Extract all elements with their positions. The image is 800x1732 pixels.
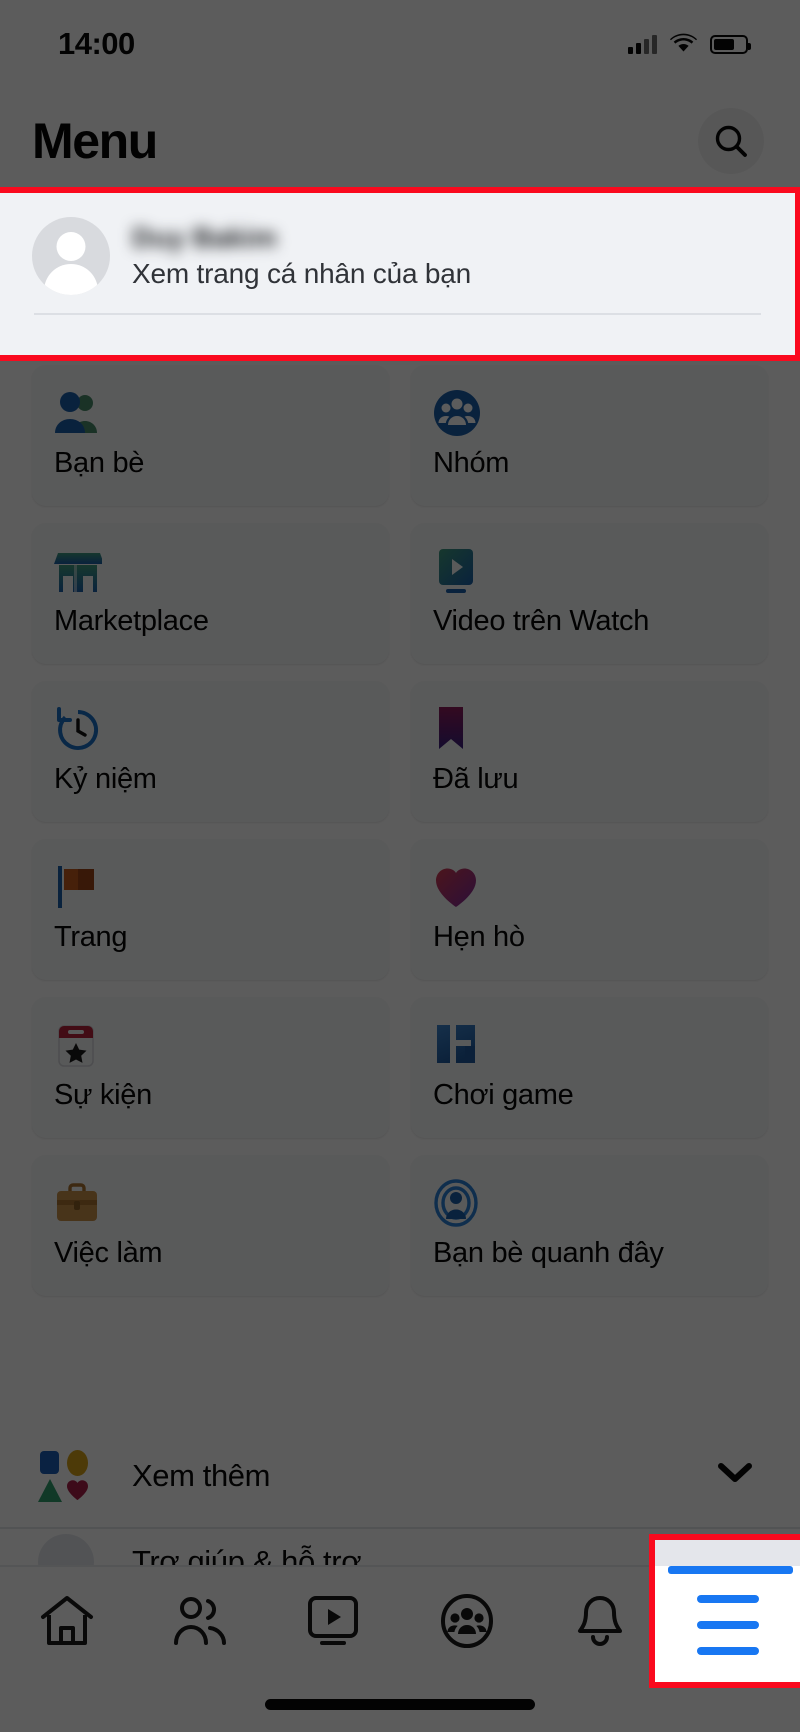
jobs-briefcase-icon [54, 1177, 367, 1229]
menu-tile-pages[interactable]: Trang [32, 839, 389, 980]
menu-tile-label: Bạn bè quanh đây [433, 1237, 664, 1269]
status-bar-indicators [628, 32, 751, 57]
page-header: Menu [0, 88, 800, 193]
profile-row-highlighted[interactable]: Duy Bakim Xem trang cá nhân của bạn [32, 193, 763, 313]
nav-groups[interactable] [400, 1567, 533, 1679]
battery-icon [710, 34, 751, 54]
menu-tile-label: Video trên Watch [433, 605, 650, 637]
menu-tile-events[interactable]: Sự kiện [32, 997, 389, 1138]
menu-tile-saved[interactable]: Đã lưu [411, 681, 768, 822]
menu-tile-label: Việc làm [54, 1237, 163, 1269]
search-button[interactable] [698, 107, 764, 174]
memories-clock-icon [54, 703, 367, 755]
profile-name: Duy Bakim [132, 222, 277, 253]
menu-tile-label: Marketplace [54, 605, 209, 637]
wifi-icon [670, 32, 697, 57]
nav-watch[interactable] [267, 1567, 400, 1679]
bell-icon [575, 1593, 625, 1654]
profile-divider [34, 313, 761, 315]
nav-top-strip [655, 1540, 800, 1566]
active-tab-indicator [668, 1566, 793, 1574]
highlighted-profile-row[interactable]: Duy Bakim Xem trang cá nhân của bạn [0, 193, 795, 355]
search-icon [713, 123, 749, 159]
avatar-placeholder-icon [32, 217, 110, 295]
friends-nav-icon [170, 1595, 230, 1652]
menu-tile-label: Hẹn hò [433, 921, 525, 953]
nearby-friends-icon [433, 1177, 746, 1229]
gaming-icon [433, 1019, 746, 1071]
watch-nav-icon [305, 1593, 361, 1654]
menu-tile-label: Nhóm [433, 447, 510, 479]
nav-notifications[interactable] [533, 1567, 666, 1679]
menu-tile-marketplace[interactable]: Marketplace [32, 523, 389, 664]
highlighted-menu-nav-tab[interactable] [655, 1540, 800, 1682]
hamburger-menu-icon [655, 1595, 800, 1655]
shapes-icon [38, 1448, 94, 1504]
pages-flag-icon [54, 861, 367, 913]
menu-tile-dating[interactable]: Hẹn hò [411, 839, 768, 980]
groups-icon [433, 387, 746, 439]
phone-screenshot: 14:00 Menu Bạn bè Nhóm Marketplace Video… [0, 0, 800, 1732]
profile-subtitle: Xem trang cá nhân của bạn [132, 258, 472, 289]
saved-bookmark-icon [433, 703, 746, 755]
menu-tile-label: Đã lưu [433, 763, 519, 795]
marketplace-icon [54, 545, 367, 597]
cellular-signal-icon [628, 34, 657, 54]
menu-tile-label: Kỷ niệm [54, 763, 157, 795]
chevron-down-icon[interactable] [718, 1462, 752, 1489]
menu-tile-friends[interactable]: Bạn bè [32, 365, 389, 506]
events-calendar-icon [54, 1019, 367, 1071]
home-indicator [265, 1699, 535, 1710]
see-more-row[interactable]: Xem thêm [0, 1424, 800, 1529]
nav-friends[interactable] [133, 1567, 266, 1679]
menu-tile-groups[interactable]: Nhóm [411, 365, 768, 506]
see-more-label: Xem thêm [132, 1457, 271, 1493]
groups-nav-icon [439, 1593, 495, 1654]
menu-tile-label: Sự kiện [54, 1079, 152, 1111]
friends-icon [54, 387, 367, 439]
home-icon [39, 1594, 95, 1653]
menu-tile-jobs[interactable]: Việc làm [32, 1155, 389, 1296]
dating-heart-icon [433, 861, 746, 913]
status-bar-clock: 14:00 [58, 26, 135, 61]
nav-home[interactable] [0, 1567, 133, 1679]
menu-tile-memories[interactable]: Kỷ niệm [32, 681, 389, 822]
page-title: Menu [32, 112, 158, 169]
menu-tile-gaming[interactable]: Chơi game [411, 997, 768, 1138]
menu-tile-label: Bạn bè [54, 447, 145, 479]
menu-tile-nearby-friends[interactable]: Bạn bè quanh đây [411, 1155, 768, 1296]
menu-tile-watch[interactable]: Video trên Watch [411, 523, 768, 664]
menu-tile-label: Chơi game [433, 1079, 574, 1111]
status-bar: 14:00 [0, 0, 800, 88]
profile-texts: Duy Bakim Xem trang cá nhân của bạn [132, 222, 471, 290]
menu-grid: Bạn bè Nhóm Marketplace Video trên Watch… [0, 365, 800, 1296]
watch-video-icon [433, 545, 746, 597]
menu-tile-label: Trang [54, 921, 128, 953]
